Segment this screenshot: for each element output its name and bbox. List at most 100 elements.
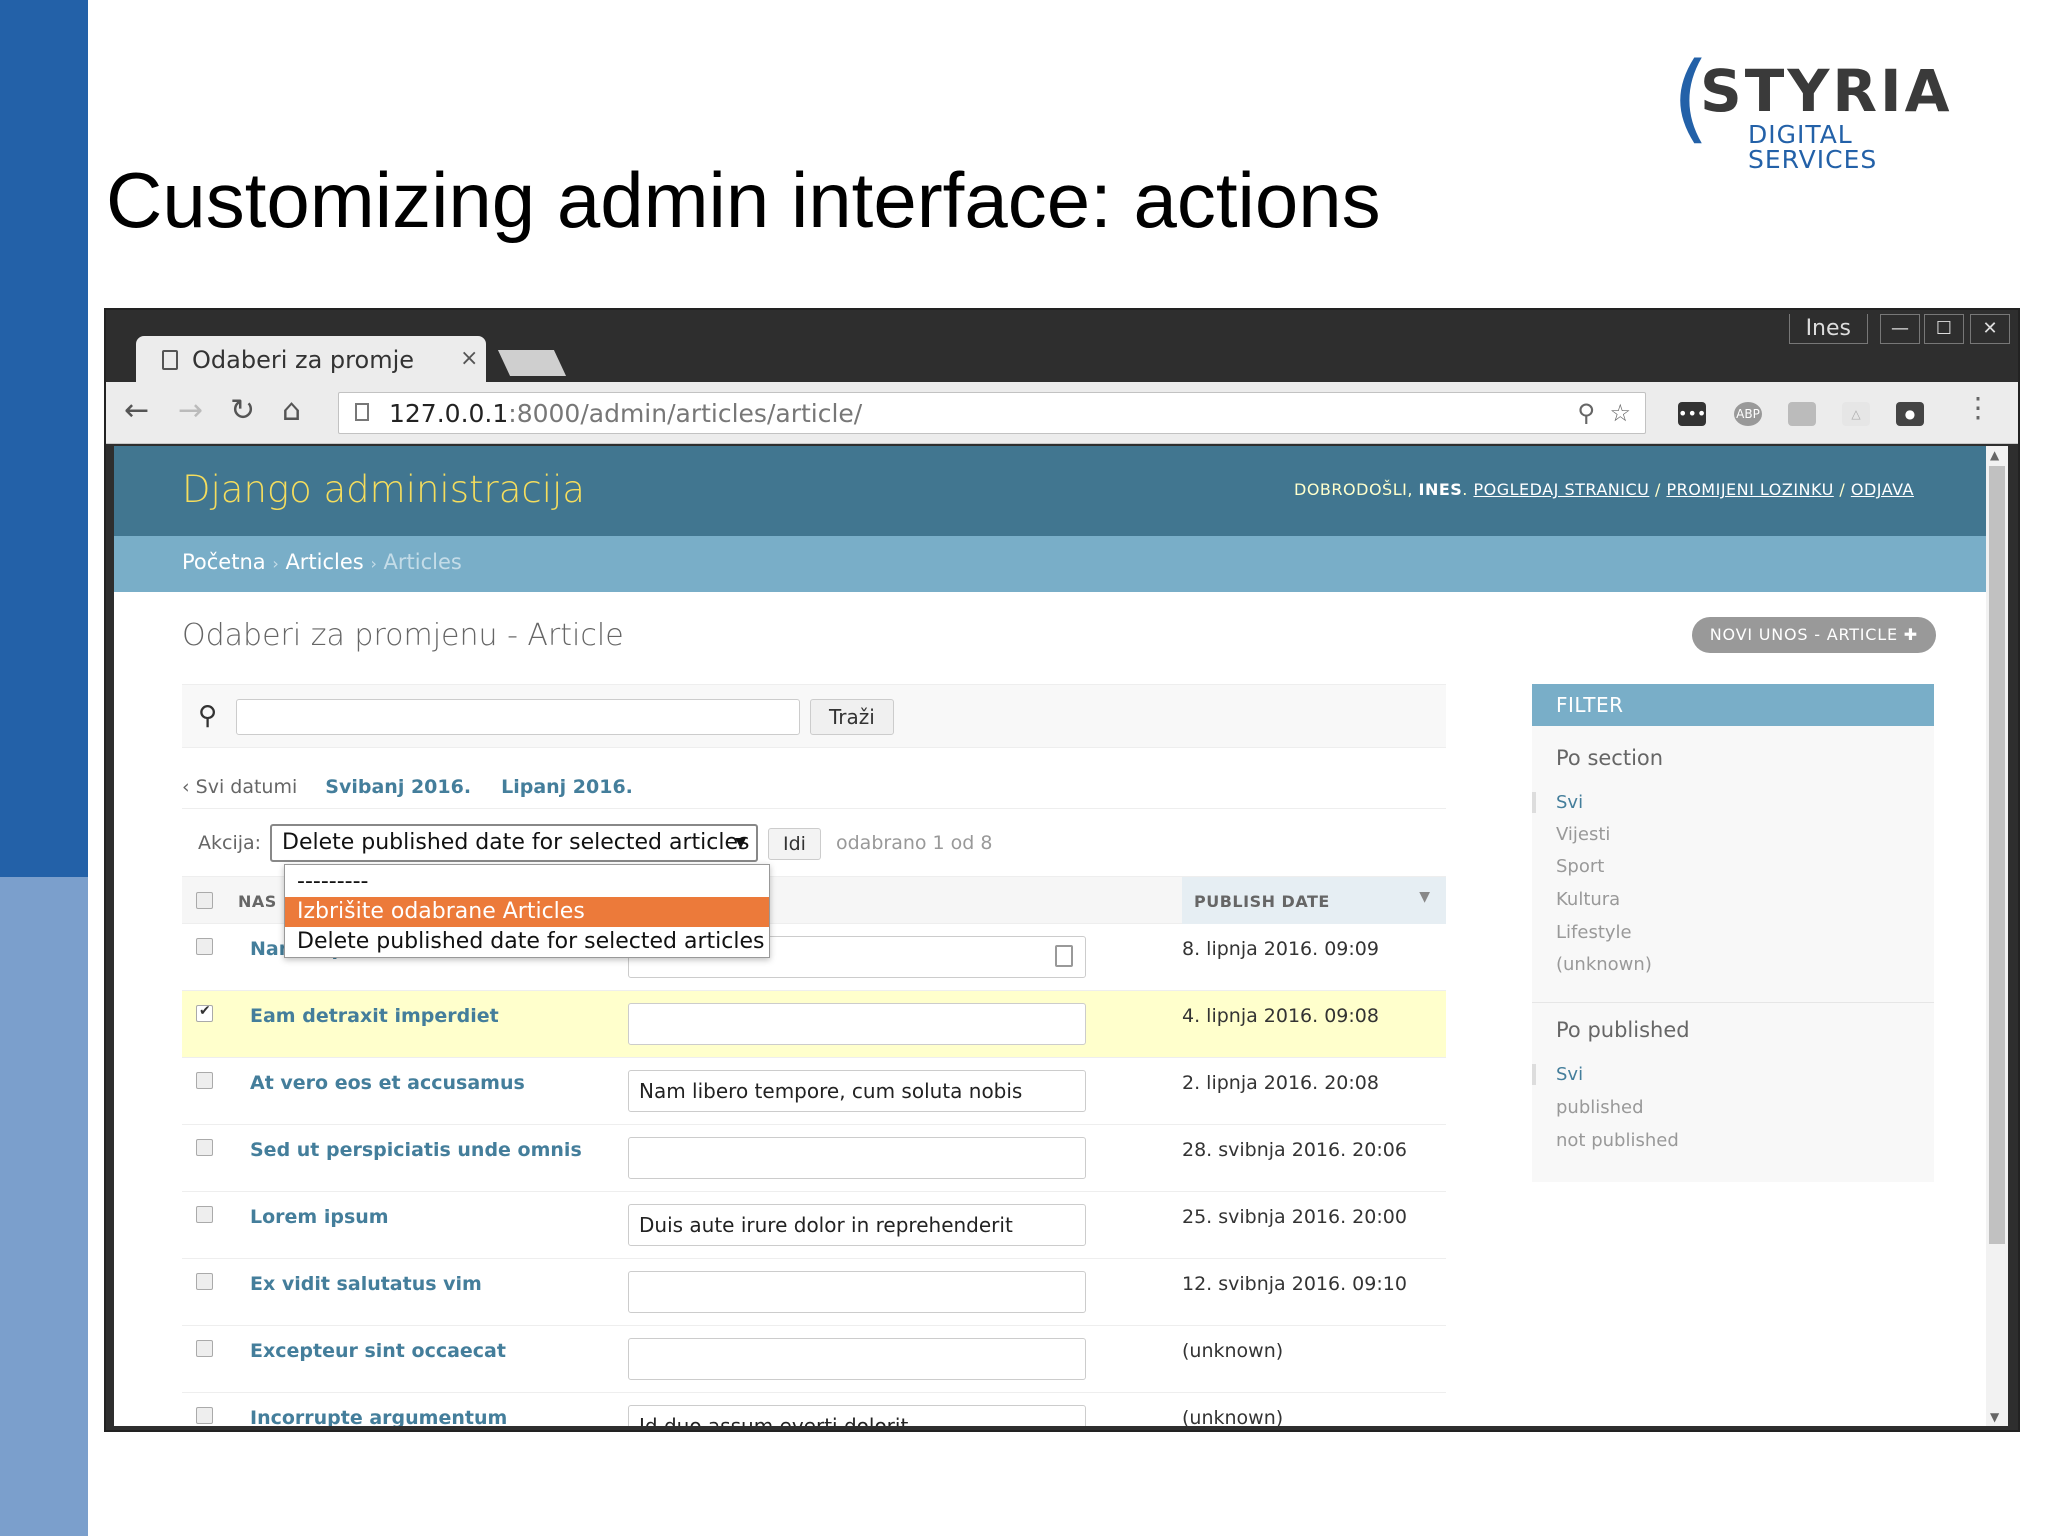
address-bar[interactable]: 127.0.0.1:8000/admin/articles/article/ ⚲… xyxy=(338,392,1646,434)
window-user[interactable]: Ines xyxy=(1788,314,1868,344)
forward-icon[interactable]: → xyxy=(178,396,203,426)
extension-4-icon[interactable]: ● xyxy=(1896,402,1924,426)
change-password-link[interactable]: PROMIJENI LOZINKU xyxy=(1666,480,1833,499)
row-title-link[interactable]: Sed ut perspiciatis unde omnis xyxy=(250,1139,582,1161)
search-icon: ⚲ xyxy=(198,701,218,731)
filter-item-section-all[interactable]: Svi xyxy=(1532,792,1583,813)
page-info-icon[interactable] xyxy=(355,403,369,421)
summary-input[interactable] xyxy=(628,1003,1086,1045)
go-button[interactable]: Idi xyxy=(768,828,821,860)
publish-date: 4. lipnja 2016. 09:08 xyxy=(1182,1005,1379,1027)
sort-desc-icon[interactable]: ▼ xyxy=(1419,889,1430,905)
row-checkbox[interactable] xyxy=(196,938,213,955)
search-input[interactable] xyxy=(236,699,800,735)
summary-input[interactable]: Duis aute irure dolor in reprehenderit xyxy=(628,1204,1086,1246)
date-link-june[interactable]: Lipanj 2016. xyxy=(501,776,633,798)
table-row: Lorem ipsum Duis aute irure dolor in rep… xyxy=(182,1192,1446,1259)
row-checkbox[interactable] xyxy=(196,1072,213,1089)
close-window-button[interactable]: ✕ xyxy=(1970,314,2010,344)
adblock-icon[interactable]: ABP xyxy=(1734,402,1762,426)
row-checkbox[interactable] xyxy=(196,1206,213,1223)
minimize-button[interactable]: — xyxy=(1880,314,1920,344)
scrollbar[interactable]: ▲ ▼ xyxy=(1986,446,2008,1426)
bookmark-star-icon[interactable]: ☆ xyxy=(1609,399,1631,427)
new-tab-button[interactable] xyxy=(497,350,567,376)
logo-main: STYRIA xyxy=(1700,57,1953,125)
summary-input[interactable] xyxy=(628,1338,1086,1380)
extension-icon[interactable]: ••• xyxy=(1678,402,1706,426)
row-checkbox[interactable] xyxy=(196,1003,213,1022)
action-option-delete-published-date[interactable]: Delete published date for selected artic… xyxy=(285,927,769,957)
scroll-thumb[interactable] xyxy=(1989,466,2005,1244)
logo-sub: DIGITAL SERVICES xyxy=(1748,120,1878,174)
row-title-link[interactable]: Incorrupte argumentum xyxy=(250,1407,507,1426)
row-title-link[interactable]: Lorem ipsum xyxy=(250,1206,389,1228)
scroll-up-icon[interactable]: ▲ xyxy=(1990,448,1999,462)
site-brand[interactable]: Django administracija xyxy=(182,468,585,511)
all-dates-link[interactable]: ‹ Svi datumi xyxy=(182,776,297,798)
row-title-link[interactable]: Ex vidit salutatus vim xyxy=(250,1273,482,1295)
row-checkbox[interactable] xyxy=(196,1340,213,1357)
maximize-button[interactable]: ☐ xyxy=(1924,314,1964,344)
tab-active[interactable]: Odaberi za promje × xyxy=(136,336,486,384)
action-option-delete-selected[interactable]: Izbrišite odabrane Articles xyxy=(285,897,769,927)
filter-item-published-all[interactable]: Svi xyxy=(1532,1064,1583,1085)
calendar-icon[interactable] xyxy=(1055,945,1073,967)
row-checkbox[interactable] xyxy=(196,1407,213,1424)
action-option-blank[interactable]: --------- xyxy=(285,867,769,897)
column-publish-date[interactable]: PUBLISH DATE ▼ xyxy=(1182,877,1446,925)
home-icon[interactable]: ⌂ xyxy=(282,396,301,426)
breadcrumb-home[interactable]: Početna xyxy=(182,550,266,574)
logout-link[interactable]: ODJAVA xyxy=(1851,480,1914,499)
filter-item-section-unknown[interactable]: (unknown) xyxy=(1556,954,1652,975)
actions-bar: Akcija: Delete published date for select… xyxy=(182,822,1446,866)
tab-close-icon[interactable]: × xyxy=(460,346,478,371)
browser-menu-icon[interactable]: ⋮ xyxy=(1964,394,1992,422)
row-title-link[interactable]: At vero eos et accusamus xyxy=(250,1072,525,1094)
filter-item-lifestyle[interactable]: Lifestyle xyxy=(1556,922,1632,943)
publish-date: 8. lipnja 2016. 09:09 xyxy=(1182,938,1379,960)
row-checkbox[interactable] xyxy=(196,1139,213,1156)
username: INES xyxy=(1418,480,1463,499)
tab-title: Odaberi za promje xyxy=(192,346,414,374)
summary-input[interactable] xyxy=(628,1137,1086,1179)
view-site-link[interactable]: POGLEDAJ STRANICU xyxy=(1473,480,1649,499)
slide: ( STYRIA DIGITAL SERVICES Customizing ad… xyxy=(0,0,2048,1536)
extension-2-icon[interactable] xyxy=(1788,402,1816,426)
select-all-checkbox[interactable] xyxy=(196,892,213,909)
summary-input[interactable] xyxy=(628,1271,1086,1313)
filter-item-published[interactable]: published xyxy=(1556,1097,1644,1118)
row-checkbox[interactable] xyxy=(196,1273,213,1290)
row-title-link[interactable]: Excepteur sint occaecat xyxy=(250,1340,506,1362)
search-button[interactable]: Traži xyxy=(810,699,894,735)
publish-date: 12. svibnja 2016. 09:10 xyxy=(1182,1273,1407,1295)
filter-item-kultura[interactable]: Kultura xyxy=(1556,889,1620,910)
filter-item-vijesti[interactable]: Vijesti xyxy=(1556,824,1610,845)
column-title[interactable]: NAS xyxy=(238,892,277,911)
welcome-text: DOBRODOŠLI, xyxy=(1294,480,1413,499)
breadcrumb: Početna › Articles › Articles xyxy=(114,536,1986,592)
filter-item-sport[interactable]: Sport xyxy=(1556,856,1604,877)
zoom-icon[interactable]: ⚲ xyxy=(1577,399,1595,427)
filter-item-not-published[interactable]: not published xyxy=(1556,1130,1679,1151)
browser-toolbar: ← → ↻ ⌂ 127.0.0.1:8000/admin/articles/ar… xyxy=(106,382,2018,444)
row-title-link[interactable]: Eam detraxit imperdiet xyxy=(250,1005,499,1027)
divider xyxy=(182,808,1446,809)
reload-icon[interactable]: ↻ xyxy=(230,396,255,426)
filter-title-published: Po published xyxy=(1556,1018,1690,1042)
browser-window: Ines — ☐ ✕ Odaberi za promje × ← → ↻ ⌂ 1… xyxy=(104,308,2020,1432)
publish-date: 2. lipnja 2016. 20:08 xyxy=(1182,1072,1379,1094)
add-article-button[interactable]: NOVI UNOS - ARTICLE ✚ xyxy=(1691,617,1936,653)
summary-input[interactable]: Nam libero tempore, cum soluta nobis xyxy=(628,1070,1086,1112)
side-band-dark xyxy=(0,0,88,877)
back-icon[interactable]: ← xyxy=(124,396,149,426)
action-select[interactable]: Delete published date for selected artic… xyxy=(270,824,758,862)
breadcrumb-app[interactable]: Articles xyxy=(285,550,363,574)
table-row: Incorrupte argumentum Id duo assum evert… xyxy=(182,1393,1446,1426)
extension-3-icon[interactable]: △ xyxy=(1842,402,1870,426)
scroll-down-icon[interactable]: ▼ xyxy=(1990,1410,1999,1424)
url-text[interactable]: 127.0.0.1:8000/admin/articles/article/ xyxy=(389,399,862,428)
page-viewport: Django administracija DOBRODOŠLI, INES. … xyxy=(114,446,2008,1426)
summary-input[interactable]: Id duo assum everti dolorit xyxy=(628,1405,1086,1426)
date-link-may[interactable]: Svibanj 2016. xyxy=(325,776,471,798)
